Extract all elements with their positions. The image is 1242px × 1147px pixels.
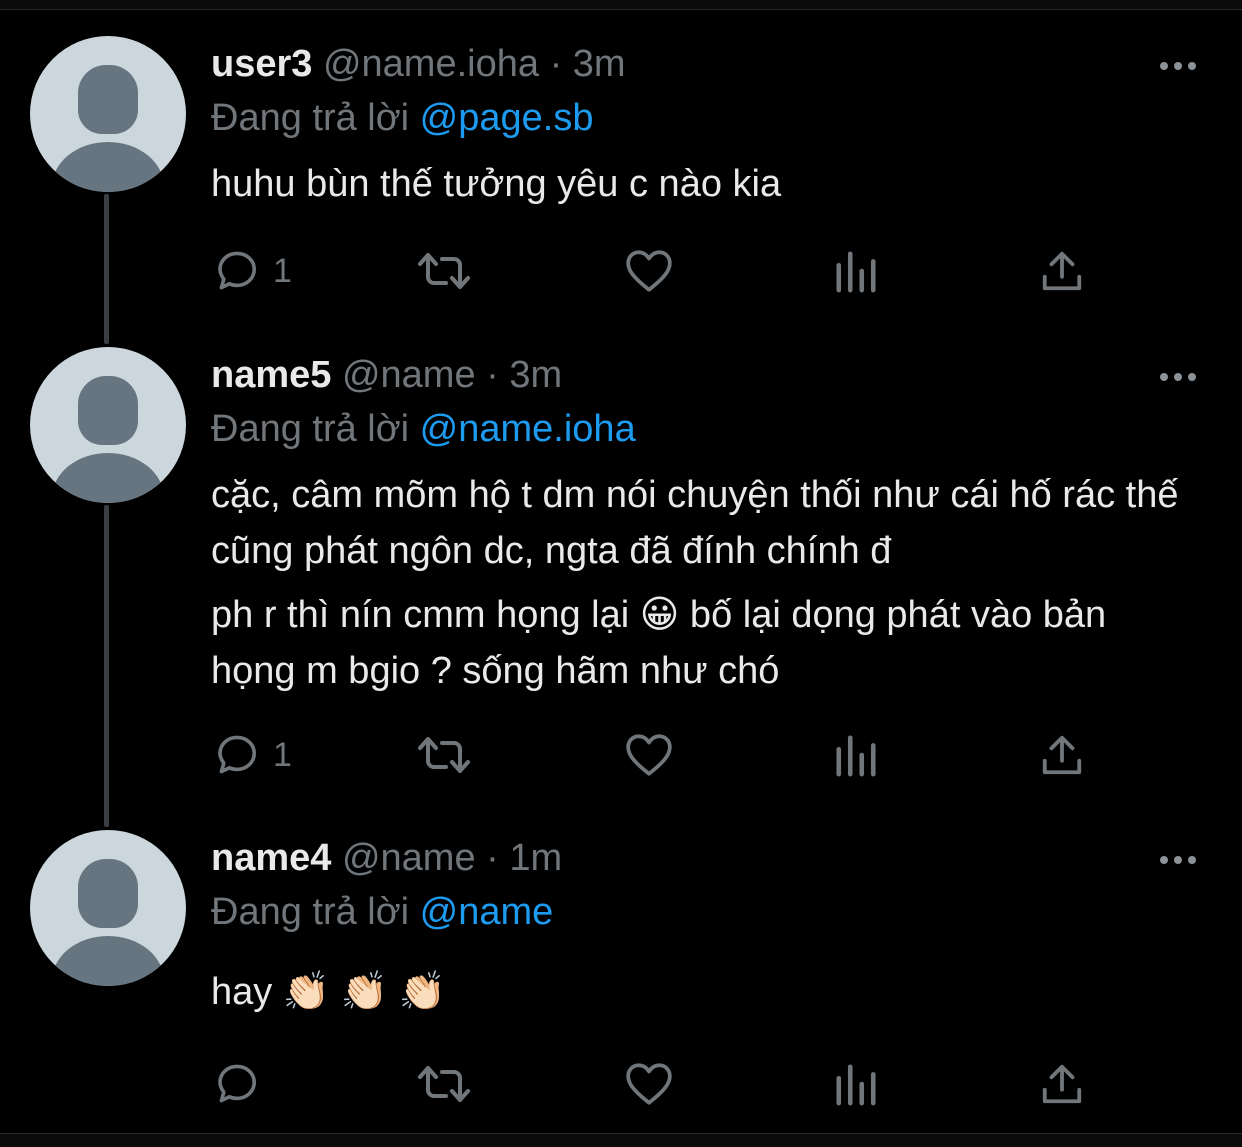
reply-icon	[218, 1064, 256, 1103]
avatar-head	[78, 65, 138, 134]
reply-mention[interactable]: @page.sb	[420, 97, 594, 139]
reply-mention[interactable]: @name	[420, 891, 554, 933]
timestamp[interactable]: 1m	[509, 837, 562, 879]
timestamp[interactable]: 3m	[509, 354, 562, 396]
reply-context: Đang trả lời @page.sb	[211, 94, 593, 142]
retweet-button[interactable]	[416, 1059, 472, 1109]
reply-button[interactable]: 1	[213, 730, 292, 780]
timestamp[interactable]: 3m	[573, 43, 626, 85]
reply-count: 1	[273, 735, 292, 774]
analytics-icon	[836, 1064, 876, 1106]
more-icon[interactable]	[1156, 56, 1200, 76]
avatar-shoulders	[52, 453, 164, 503]
retweet-icon	[418, 253, 470, 289]
reply-icon	[218, 251, 256, 290]
display-name[interactable]: name4	[211, 837, 331, 879]
heart-icon	[626, 250, 672, 292]
reply-prefix: Đang trả lời	[211, 408, 410, 450]
tweet-header: name4 @name · 1m	[211, 834, 562, 882]
display-name[interactable]: name5	[211, 354, 331, 396]
reply-context: Đang trả lời @name.ioha	[211, 405, 636, 453]
tweet-text-paragraph: ph r thì nín cmm họng lại 😀 bố lại dọng …	[211, 594, 1107, 692]
more-icon[interactable]	[1156, 850, 1200, 870]
like-button[interactable]	[624, 730, 674, 780]
analytics-icon	[836, 251, 876, 293]
tweet-text-paragraph: cặc, câm mõm hộ t dm nói chuyện thối như…	[211, 474, 1179, 572]
reply-count: 1	[273, 251, 292, 290]
heart-icon	[626, 734, 672, 776]
retweet-button[interactable]	[416, 246, 472, 296]
like-button[interactable]	[624, 1059, 674, 1109]
analytics-icon	[836, 735, 876, 777]
reply-context: Đang trả lời @name	[211, 888, 553, 936]
share-button[interactable]	[1040, 730, 1084, 780]
separator-dot: ·	[486, 837, 499, 879]
analytics-button[interactable]	[834, 1059, 878, 1109]
retweet-icon	[418, 737, 470, 773]
tweet-text: hay 👏🏻 👏🏻 👏🏻	[211, 964, 1211, 1020]
tweet-header: user3 @name.ioha · 3m	[211, 40, 626, 88]
reply-mention[interactable]: @name.ioha	[420, 408, 636, 450]
avatar-shoulders	[52, 142, 164, 192]
separator-dot: ·	[549, 43, 563, 85]
share-icon	[1042, 1064, 1082, 1104]
display-name[interactable]: user3	[211, 43, 312, 85]
retweet-button[interactable]	[416, 730, 472, 780]
tweet-text: huhu bùn thế tưởng yêu c nào kia	[211, 156, 1211, 212]
avatar-shoulders	[52, 936, 164, 986]
avatar-head	[78, 859, 138, 928]
user-handle[interactable]: @name	[342, 837, 476, 879]
bottom-edge	[0, 1133, 1242, 1147]
user-handle[interactable]: @name.ioha	[323, 43, 539, 85]
reply-button[interactable]: 1	[213, 246, 292, 296]
avatar[interactable]	[30, 830, 186, 986]
analytics-button[interactable]	[834, 246, 878, 296]
share-button[interactable]	[1040, 1059, 1084, 1109]
tweet-header: name5 @name · 3m	[211, 351, 562, 399]
reply-button[interactable]	[213, 1059, 273, 1109]
tweet[interactable]: name5 @name · 3m Đang trả lời @name.ioha…	[0, 347, 1242, 797]
more-icon[interactable]	[1156, 367, 1200, 387]
tweet-text-paragraph: hay 👏🏻 👏🏻 👏🏻	[211, 971, 446, 1013]
avatar[interactable]	[30, 36, 186, 192]
like-button[interactable]	[624, 246, 674, 296]
top-edge	[0, 0, 1242, 10]
retweet-icon	[418, 1066, 470, 1102]
reply-icon	[218, 735, 256, 774]
share-icon	[1042, 251, 1082, 291]
user-handle[interactable]: @name	[342, 354, 476, 396]
tweet[interactable]: user3 @name.ioha · 3m Đang trả lời @page…	[0, 36, 1242, 326]
reply-prefix: Đang trả lời	[211, 891, 410, 933]
tweet[interactable]: name4 @name · 1m Đang trả lời @name hay …	[0, 830, 1242, 1120]
reply-prefix: Đang trả lời	[211, 97, 410, 139]
analytics-button[interactable]	[834, 730, 878, 780]
separator-dot: ·	[486, 354, 499, 396]
share-icon	[1042, 735, 1082, 775]
action-bar: 1	[0, 730, 1242, 780]
heart-icon	[626, 1063, 672, 1105]
tweet-text: cặc, câm mõm hộ t dm nói chuyện thối như…	[211, 467, 1201, 699]
action-bar	[0, 1059, 1242, 1109]
avatar[interactable]	[30, 347, 186, 503]
action-bar: 1	[0, 246, 1242, 296]
share-button[interactable]	[1040, 246, 1084, 296]
tweet-text-paragraph: huhu bùn thế tưởng yêu c nào kia	[211, 163, 782, 205]
avatar-head	[78, 376, 138, 445]
